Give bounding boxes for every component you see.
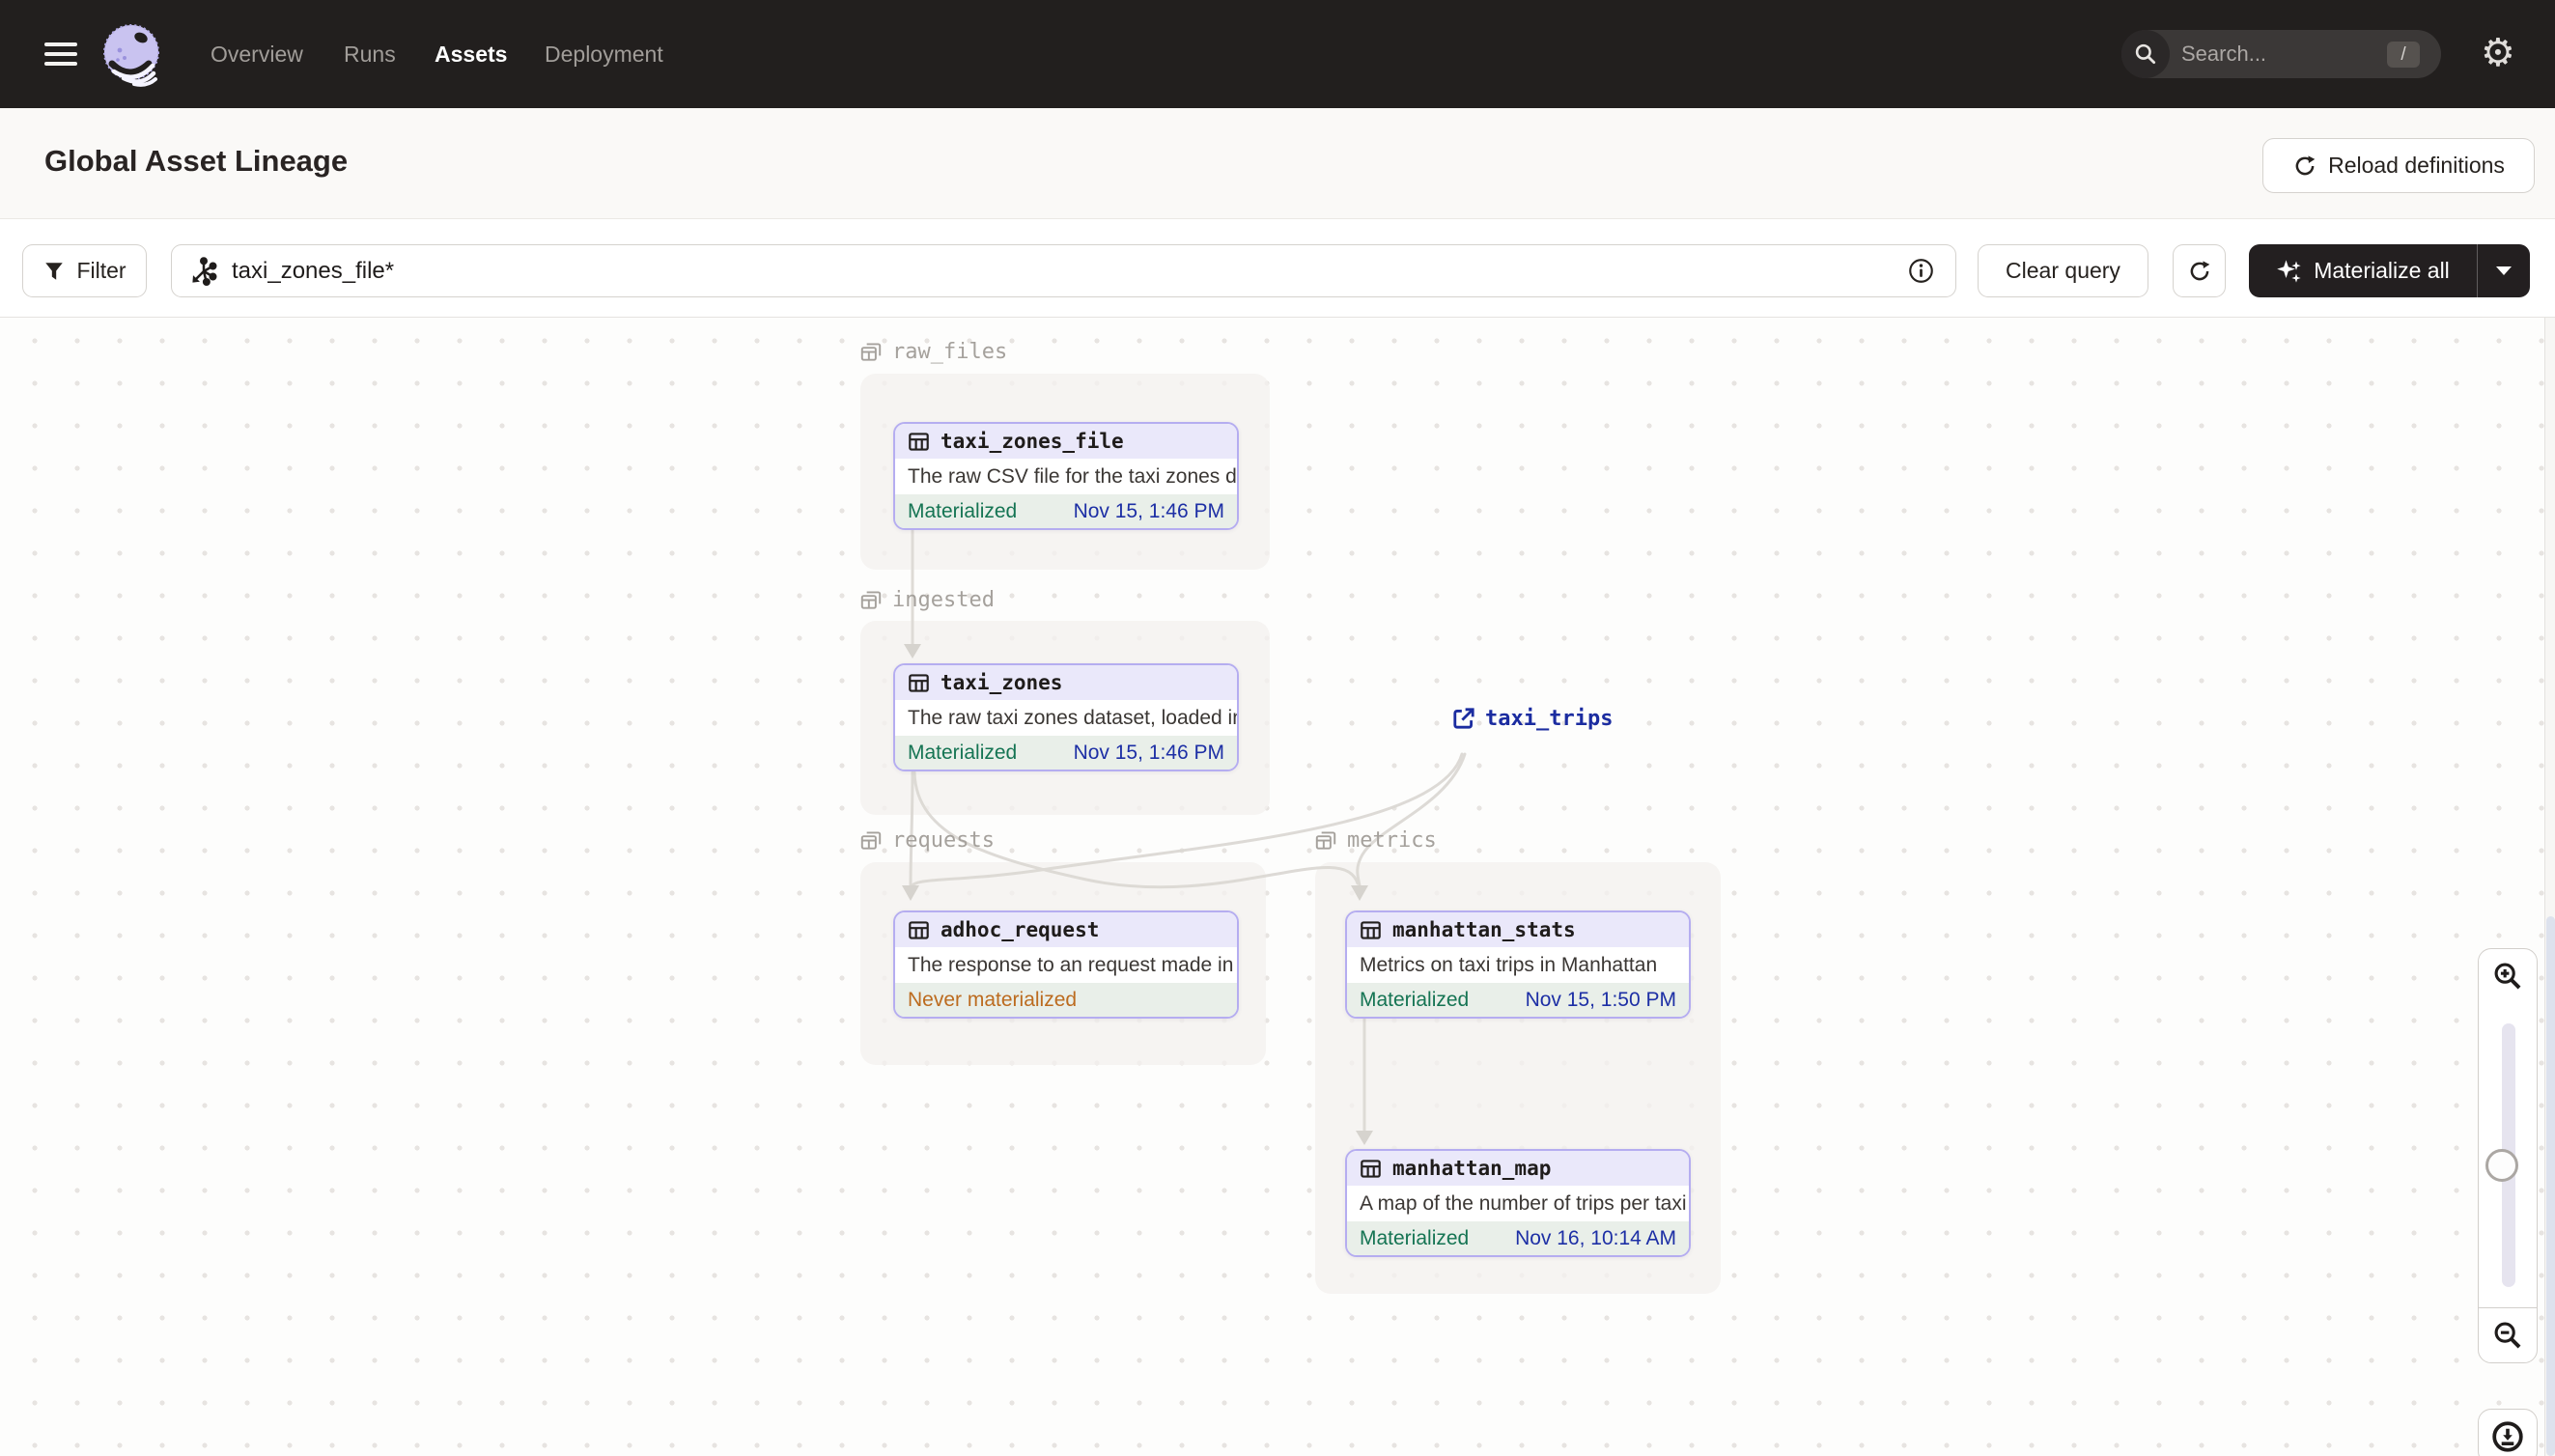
asset-title: taxi_zones bbox=[941, 671, 1063, 694]
status-badge: Materialized bbox=[908, 741, 1018, 764]
sparkle-icon bbox=[2277, 259, 2301, 283]
asset-description: The raw CSV file for the taxi zones dat.… bbox=[895, 459, 1237, 494]
top-nav: Overview Runs Assets Deployment / ⚙ bbox=[0, 0, 2555, 108]
table-icon bbox=[1361, 920, 1381, 939]
search-icon bbox=[2121, 30, 2170, 78]
refresh-icon bbox=[2295, 154, 2316, 175]
search-shortcut-badge: / bbox=[2387, 42, 2420, 68]
global-search[interactable]: / bbox=[2121, 30, 2441, 78]
clear-query-button[interactable]: Clear query bbox=[1978, 244, 2148, 297]
status-badge: Materialized bbox=[1360, 1226, 1470, 1249]
search-input[interactable] bbox=[2181, 42, 2365, 67]
lineage-toolbar: Filter Clear query Mate bbox=[0, 219, 2555, 318]
table-icon bbox=[909, 432, 929, 451]
page-header: Global Asset Lineage Reload definitions bbox=[0, 108, 2555, 219]
download-icon bbox=[2492, 1421, 2523, 1452]
group-label-raw-files[interactable]: raw_files bbox=[858, 339, 1007, 364]
group-tables-icon bbox=[1315, 831, 1336, 850]
table-icon bbox=[909, 920, 929, 939]
asset-node-taxi-zones-file[interactable]: taxi_zones_file The raw CSV file for the… bbox=[893, 422, 1239, 530]
group-label-metrics[interactable]: metrics bbox=[1313, 827, 1437, 853]
asset-description: A map of the number of trips per taxi z.… bbox=[1347, 1186, 1689, 1221]
asset-description: The response to an request made in th... bbox=[895, 947, 1237, 983]
zoom-in-icon bbox=[2494, 963, 2521, 989]
group-tables-icon bbox=[860, 831, 882, 850]
materialization-timestamp[interactable]: Nov 16, 10:14 AM bbox=[1515, 1227, 1676, 1250]
status-badge: Materialized bbox=[1360, 988, 1470, 1011]
nav-item-deployment[interactable]: Deployment bbox=[545, 0, 663, 108]
download-graph-button[interactable] bbox=[2478, 1409, 2538, 1456]
asset-title: taxi_zones_file bbox=[941, 430, 1124, 453]
nav-item-overview[interactable]: Overview bbox=[211, 0, 303, 108]
settings-gear-icon[interactable]: ⚙ bbox=[2481, 32, 2515, 74]
asset-node-manhattan-map[interactable]: manhattan_map A map of the number of tri… bbox=[1345, 1149, 1691, 1257]
asset-graph-icon bbox=[192, 256, 217, 286]
materialization-timestamp[interactable]: Nov 15, 1:50 PM bbox=[1526, 989, 1676, 1012]
asset-title: manhattan_map bbox=[1392, 1157, 1552, 1180]
group-tables-icon bbox=[860, 591, 882, 609]
filter-button[interactable]: Filter bbox=[22, 244, 147, 297]
nav-item-runs[interactable]: Runs bbox=[344, 0, 396, 108]
scrollbar-thumb[interactable] bbox=[2546, 916, 2555, 1456]
dagster-logo-icon[interactable] bbox=[100, 23, 166, 89]
asset-selection-input[interactable] bbox=[171, 244, 1956, 297]
lineage-edges bbox=[902, 528, 1467, 1145]
nav-item-assets[interactable]: Assets bbox=[435, 0, 507, 108]
asset-node-taxi-zones[interactable]: taxi_zones The raw taxi zones dataset, l… bbox=[893, 663, 1239, 771]
vertical-scrollbar[interactable] bbox=[2544, 318, 2555, 1456]
chevron-down-icon bbox=[2496, 266, 2512, 275]
asset-description: The raw taxi zones dataset, loaded int..… bbox=[895, 700, 1237, 736]
zoom-in-button[interactable] bbox=[2478, 948, 2538, 1003]
status-badge: Never materialized bbox=[908, 988, 1078, 1011]
page-title: Global Asset Lineage bbox=[44, 144, 349, 178]
materialization-timestamp[interactable]: Nov 15, 1:46 PM bbox=[1074, 742, 1224, 765]
menu-icon[interactable] bbox=[44, 42, 77, 68]
zoom-out-icon bbox=[2494, 1322, 2521, 1349]
asset-selection-value[interactable] bbox=[232, 257, 1908, 285]
materialize-all-button[interactable]: Materialize all bbox=[2249, 244, 2530, 297]
lineage-canvas[interactable]: raw_files ingested requests metrics taxi… bbox=[0, 318, 2555, 1456]
refresh-icon bbox=[2190, 260, 2209, 280]
asset-node-adhoc-request[interactable]: adhoc_request The response to an request… bbox=[893, 910, 1239, 1019]
refresh-graph-button[interactable] bbox=[2173, 244, 2226, 297]
zoom-out-button[interactable] bbox=[2478, 1307, 2538, 1363]
asset-description: Metrics on taxi trips in Manhattan bbox=[1347, 947, 1689, 983]
zoom-slider-thumb[interactable] bbox=[2485, 1149, 2518, 1182]
asset-title: manhattan_stats bbox=[1392, 918, 1576, 941]
status-badge: Materialized bbox=[908, 499, 1018, 522]
materialize-dropdown-toggle[interactable] bbox=[2477, 244, 2530, 297]
info-icon[interactable] bbox=[1908, 258, 1934, 284]
group-label-ingested[interactable]: ingested bbox=[858, 587, 995, 612]
group-label-requests[interactable]: requests bbox=[858, 827, 995, 853]
external-asset-taxi-trips[interactable]: taxi_trips bbox=[1451, 706, 1613, 731]
external-link-icon bbox=[1453, 708, 1474, 729]
reload-definitions-button[interactable]: Reload definitions bbox=[2262, 138, 2535, 193]
filter-funnel-icon bbox=[45, 262, 64, 280]
asset-title: adhoc_request bbox=[941, 918, 1100, 941]
zoom-slider bbox=[2478, 1002, 2538, 1308]
table-icon bbox=[909, 673, 929, 692]
asset-node-manhattan-stats[interactable]: manhattan_stats Metrics on taxi trips in… bbox=[1345, 910, 1691, 1019]
table-icon bbox=[1361, 1159, 1381, 1178]
group-tables-icon bbox=[860, 343, 882, 361]
materialization-timestamp[interactable]: Nov 15, 1:46 PM bbox=[1074, 500, 1224, 523]
